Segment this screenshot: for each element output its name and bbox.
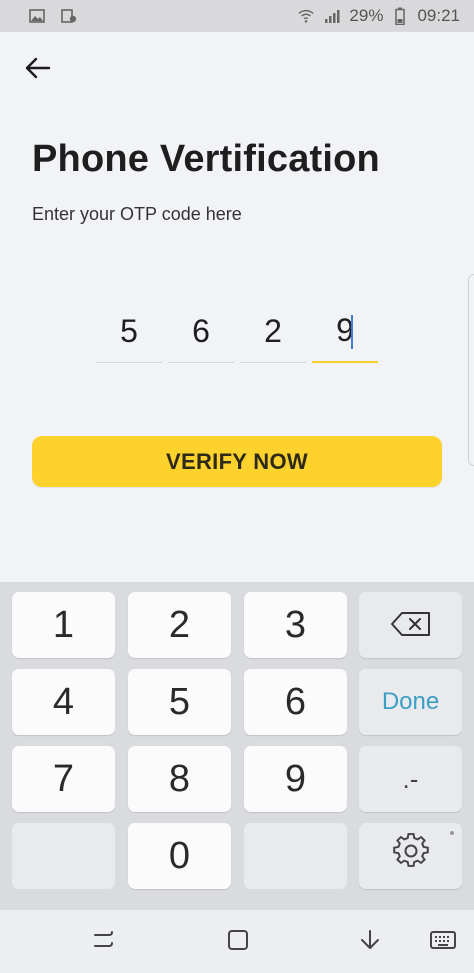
page-title: Phone Vertification [32,138,380,180]
verify-now-button[interactable]: VERIFY NOW [32,436,442,487]
otp-digit-3[interactable]: 2 [240,300,306,363]
chevron-down-icon [357,928,383,957]
gear-icon [392,833,429,879]
status-bar: 29% 09:21 [0,0,474,32]
otp-digit-4[interactable]: 9 [312,300,378,363]
signal-icon [323,7,341,25]
status-right: 29% 09:21 [297,6,460,26]
home-square-icon [226,928,250,957]
key-2[interactable]: 2 [128,592,231,658]
recent-apps-icon [91,929,117,956]
otp-digit-1[interactable]: 5 [96,300,162,363]
home-button[interactable] [224,928,252,956]
keyboard-icon [429,929,457,956]
key-1[interactable]: 1 [12,592,115,658]
backspace-icon [390,604,432,647]
screenshot-icon [60,7,78,25]
back-button[interactable] [18,50,58,90]
gallery-icon [28,7,46,25]
keyboard-switch-button[interactable] [428,928,458,956]
numeric-keyboard: 1 2 3 4 5 6 Done 7 8 9 .- 0 [0,582,474,910]
clock: 09:21 [417,6,460,25]
page-subtitle: Enter your OTP code here [32,204,242,224]
status-left [28,7,78,25]
wifi-icon [297,7,315,25]
empty-key-left [12,823,115,889]
battery-percent: 29% [349,6,384,25]
recent-apps-button[interactable] [90,928,118,956]
key-4[interactable]: 4 [12,669,115,735]
battery-icon [391,7,409,25]
app-screen: Phone Vertification Enter your OTP code … [0,32,474,582]
key-5[interactable]: 5 [128,669,231,735]
key-9[interactable]: 9 [244,746,347,812]
key-8[interactable]: 8 [128,746,231,812]
done-key[interactable]: Done [359,669,462,735]
edge-handle[interactable] [468,274,474,466]
text-caret [351,315,353,349]
otp-input-row: 5 6 2 9 [96,300,378,363]
key-0[interactable]: 0 [128,823,231,889]
key-7[interactable]: 7 [12,746,115,812]
backspace-key[interactable] [359,592,462,658]
arrow-left-icon [25,57,51,84]
key-6[interactable]: 6 [244,669,347,735]
keyboard-settings-key[interactable] [359,823,462,889]
key-3[interactable]: 3 [244,592,347,658]
navigation-bar [0,910,474,973]
empty-key-right [244,823,347,889]
more-indicator-dot [450,831,454,835]
otp-digit-2[interactable]: 6 [168,300,234,363]
dot-dash-key[interactable]: .- [359,746,462,812]
hide-keyboard-button[interactable] [356,928,384,956]
